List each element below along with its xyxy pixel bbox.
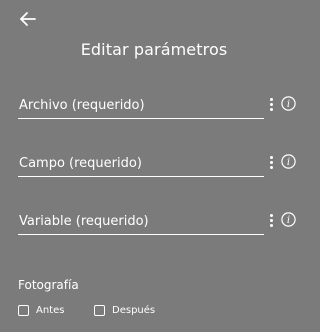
page-title: Editar parámetros	[80, 40, 228, 59]
field-underline	[18, 234, 264, 235]
field-field[interactable]: i	[18, 152, 296, 177]
after-label: Después	[112, 305, 156, 316]
file-input[interactable]	[18, 94, 263, 116]
vertical-dots-icon[interactable]	[268, 155, 276, 171]
svg-text:i: i	[287, 215, 290, 226]
field-underline	[18, 118, 264, 119]
field-input[interactable]	[18, 152, 263, 174]
info-circle-icon[interactable]: i	[281, 96, 296, 111]
field-underline	[18, 176, 264, 177]
after-checkbox[interactable]	[94, 305, 105, 316]
edit-parameters-panel: Editar parámetros i i	[0, 0, 308, 332]
file-field[interactable]: i	[18, 94, 296, 119]
back-button[interactable]	[18, 9, 38, 29]
info-circle-icon[interactable]: i	[281, 212, 296, 227]
photo-section-label: Fotografía	[18, 278, 79, 292]
svg-text:i: i	[287, 99, 290, 110]
vertical-dots-icon[interactable]	[268, 213, 276, 229]
svg-text:i: i	[287, 157, 290, 168]
vertical-dots-icon[interactable]	[268, 97, 276, 113]
before-checkbox[interactable]	[18, 305, 29, 316]
before-label: Antes	[36, 305, 65, 316]
info-circle-icon[interactable]: i	[281, 154, 296, 169]
variable-field[interactable]: i	[18, 210, 296, 235]
variable-input[interactable]	[18, 210, 263, 232]
arrow-left-icon	[20, 12, 36, 26]
